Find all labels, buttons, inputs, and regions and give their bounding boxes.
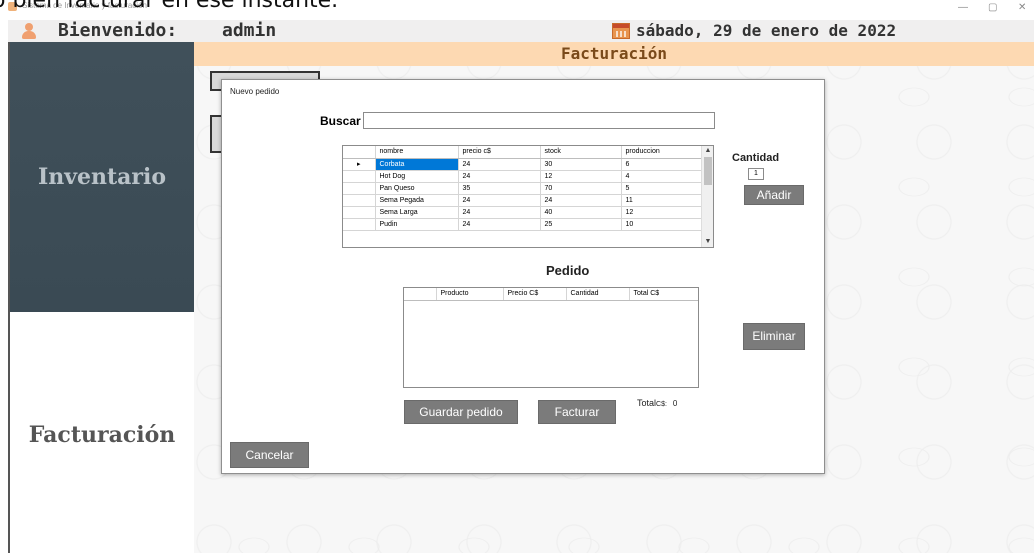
cell-precio[interactable]: 24 (458, 194, 541, 207)
cantidad-input[interactable]: 1 (748, 168, 764, 180)
close-icon[interactable]: ✕ (1018, 2, 1026, 14)
cell-precio[interactable]: 24 (458, 206, 541, 219)
row-header[interactable] (343, 218, 376, 231)
scroll-thumb[interactable] (704, 157, 712, 185)
sidebar-item-label: Facturación (28, 422, 176, 448)
cell-precio[interactable]: 35 (458, 182, 541, 195)
new-order-dialog: Nuevo pedido Buscar nombre precio c$ sto… (221, 79, 825, 474)
column-header[interactable]: produccion (621, 146, 704, 159)
add-button[interactable]: Añadir (744, 185, 804, 205)
total-currency: C$: (656, 401, 667, 408)
cell-nombre[interactable]: Pudin (375, 218, 459, 231)
header-bar: Bienvenido: admin sábado, 29 de enero de… (8, 20, 1034, 42)
cell-nombre[interactable]: Corbata (375, 158, 459, 171)
page-title: Facturación (561, 44, 667, 63)
cell-produccion[interactable]: 11 (621, 194, 704, 207)
order-header-row: Producto Precio C$ Cantidad Total C$ (404, 288, 698, 301)
cell-precio[interactable]: 24 (458, 158, 541, 171)
dialog-title: Nuevo pedido (230, 87, 280, 96)
current-row-indicator: ▸ (343, 158, 376, 171)
cell-precio[interactable]: 24 (458, 218, 541, 231)
save-order-button[interactable]: Guardar pedido (404, 400, 518, 424)
column-header[interactable]: stock (540, 146, 622, 159)
cell-nombre[interactable]: Sema Larga (375, 206, 459, 219)
products-header-row: nombre precio c$ stock produccion (343, 146, 704, 159)
scroll-up-icon[interactable]: ▲ (702, 146, 713, 156)
sidebar-item-label: Inventario (37, 164, 167, 190)
row-header-corner (343, 146, 376, 159)
scroll-down-icon[interactable]: ▼ (702, 237, 713, 247)
table-row[interactable]: Hot Dog 24 12 4 (343, 170, 704, 183)
column-header[interactable]: nombre (375, 146, 459, 159)
cell-stock[interactable]: 24 (540, 194, 622, 207)
invoice-button[interactable]: Facturar (538, 400, 616, 424)
total-display: TotalC$: 0 (637, 398, 677, 408)
row-header[interactable] (343, 194, 376, 207)
table-row[interactable]: Sema Larga 24 40 12 (343, 206, 704, 219)
cell-nombre[interactable]: Pan Queso (375, 182, 459, 195)
welcome-label: Bienvenido: (58, 20, 178, 41)
total-label: Total (637, 398, 657, 408)
cell-produccion[interactable]: 6 (621, 158, 704, 171)
cell-produccion[interactable]: 4 (621, 170, 704, 183)
row-header-corner (404, 288, 437, 301)
cell-produccion[interactable]: 5 (621, 182, 704, 195)
row-header[interactable] (343, 170, 376, 183)
page-title-band: Facturación (194, 42, 1034, 66)
column-header[interactable]: Precio C$ (503, 288, 567, 301)
total-value: 0 (672, 399, 678, 408)
maximize-icon[interactable]: ▢ (988, 2, 997, 14)
cell-stock[interactable]: 40 (540, 206, 622, 219)
remove-button[interactable]: Eliminar (743, 323, 805, 350)
cell-stock[interactable]: 12 (540, 170, 622, 183)
cell-stock[interactable]: 70 (540, 182, 622, 195)
calendar-icon (612, 23, 630, 39)
user-icon (22, 23, 36, 39)
table-row[interactable]: Pudin 24 25 10 (343, 218, 704, 231)
table-row[interactable]: Pan Queso 35 70 5 (343, 182, 704, 195)
username-label: admin (222, 20, 277, 41)
column-header[interactable]: precio c$ (458, 146, 541, 159)
order-grid[interactable]: Producto Precio C$ Cantidad Total C$ (403, 287, 699, 388)
cancel-button[interactable]: Cancelar (230, 442, 309, 468)
overlay-caption: o bien facturar en ese instante. (0, 0, 339, 13)
cell-stock[interactable]: 30 (540, 158, 622, 171)
sidebar-item-facturacion[interactable]: Facturación (10, 312, 194, 553)
column-header[interactable]: Cantidad (566, 288, 630, 301)
cell-stock[interactable]: 25 (540, 218, 622, 231)
products-grid[interactable]: nombre precio c$ stock produccion ▸ Corb… (342, 145, 714, 248)
cell-produccion[interactable]: 12 (621, 206, 704, 219)
column-header[interactable]: Producto (436, 288, 504, 301)
column-header[interactable]: Total C$ (629, 288, 698, 301)
date-label: sábado, 29 de enero de 2022 (636, 21, 897, 40)
sidebar-item-inventario[interactable]: Inventario (10, 42, 194, 312)
minimize-icon[interactable]: — (958, 2, 968, 14)
table-row[interactable]: Sema Pegada 24 24 11 (343, 194, 704, 207)
row-header[interactable] (343, 182, 376, 195)
row-header[interactable] (343, 206, 376, 219)
cell-nombre[interactable]: Hot Dog (375, 170, 459, 183)
cell-nombre[interactable]: Sema Pegada (375, 194, 459, 207)
table-row[interactable]: ▸ Corbata 24 30 6 (343, 158, 704, 171)
search-label: Buscar (320, 114, 361, 128)
pedido-label: Pedido (546, 263, 590, 278)
cell-precio[interactable]: 24 (458, 170, 541, 183)
products-scrollbar[interactable]: ▲ ▼ (701, 146, 713, 247)
sidebar: Inventario Facturación (8, 42, 194, 553)
cantidad-label: Cantidad (732, 152, 780, 164)
search-input[interactable] (363, 112, 715, 129)
cell-produccion[interactable]: 10 (621, 218, 704, 231)
